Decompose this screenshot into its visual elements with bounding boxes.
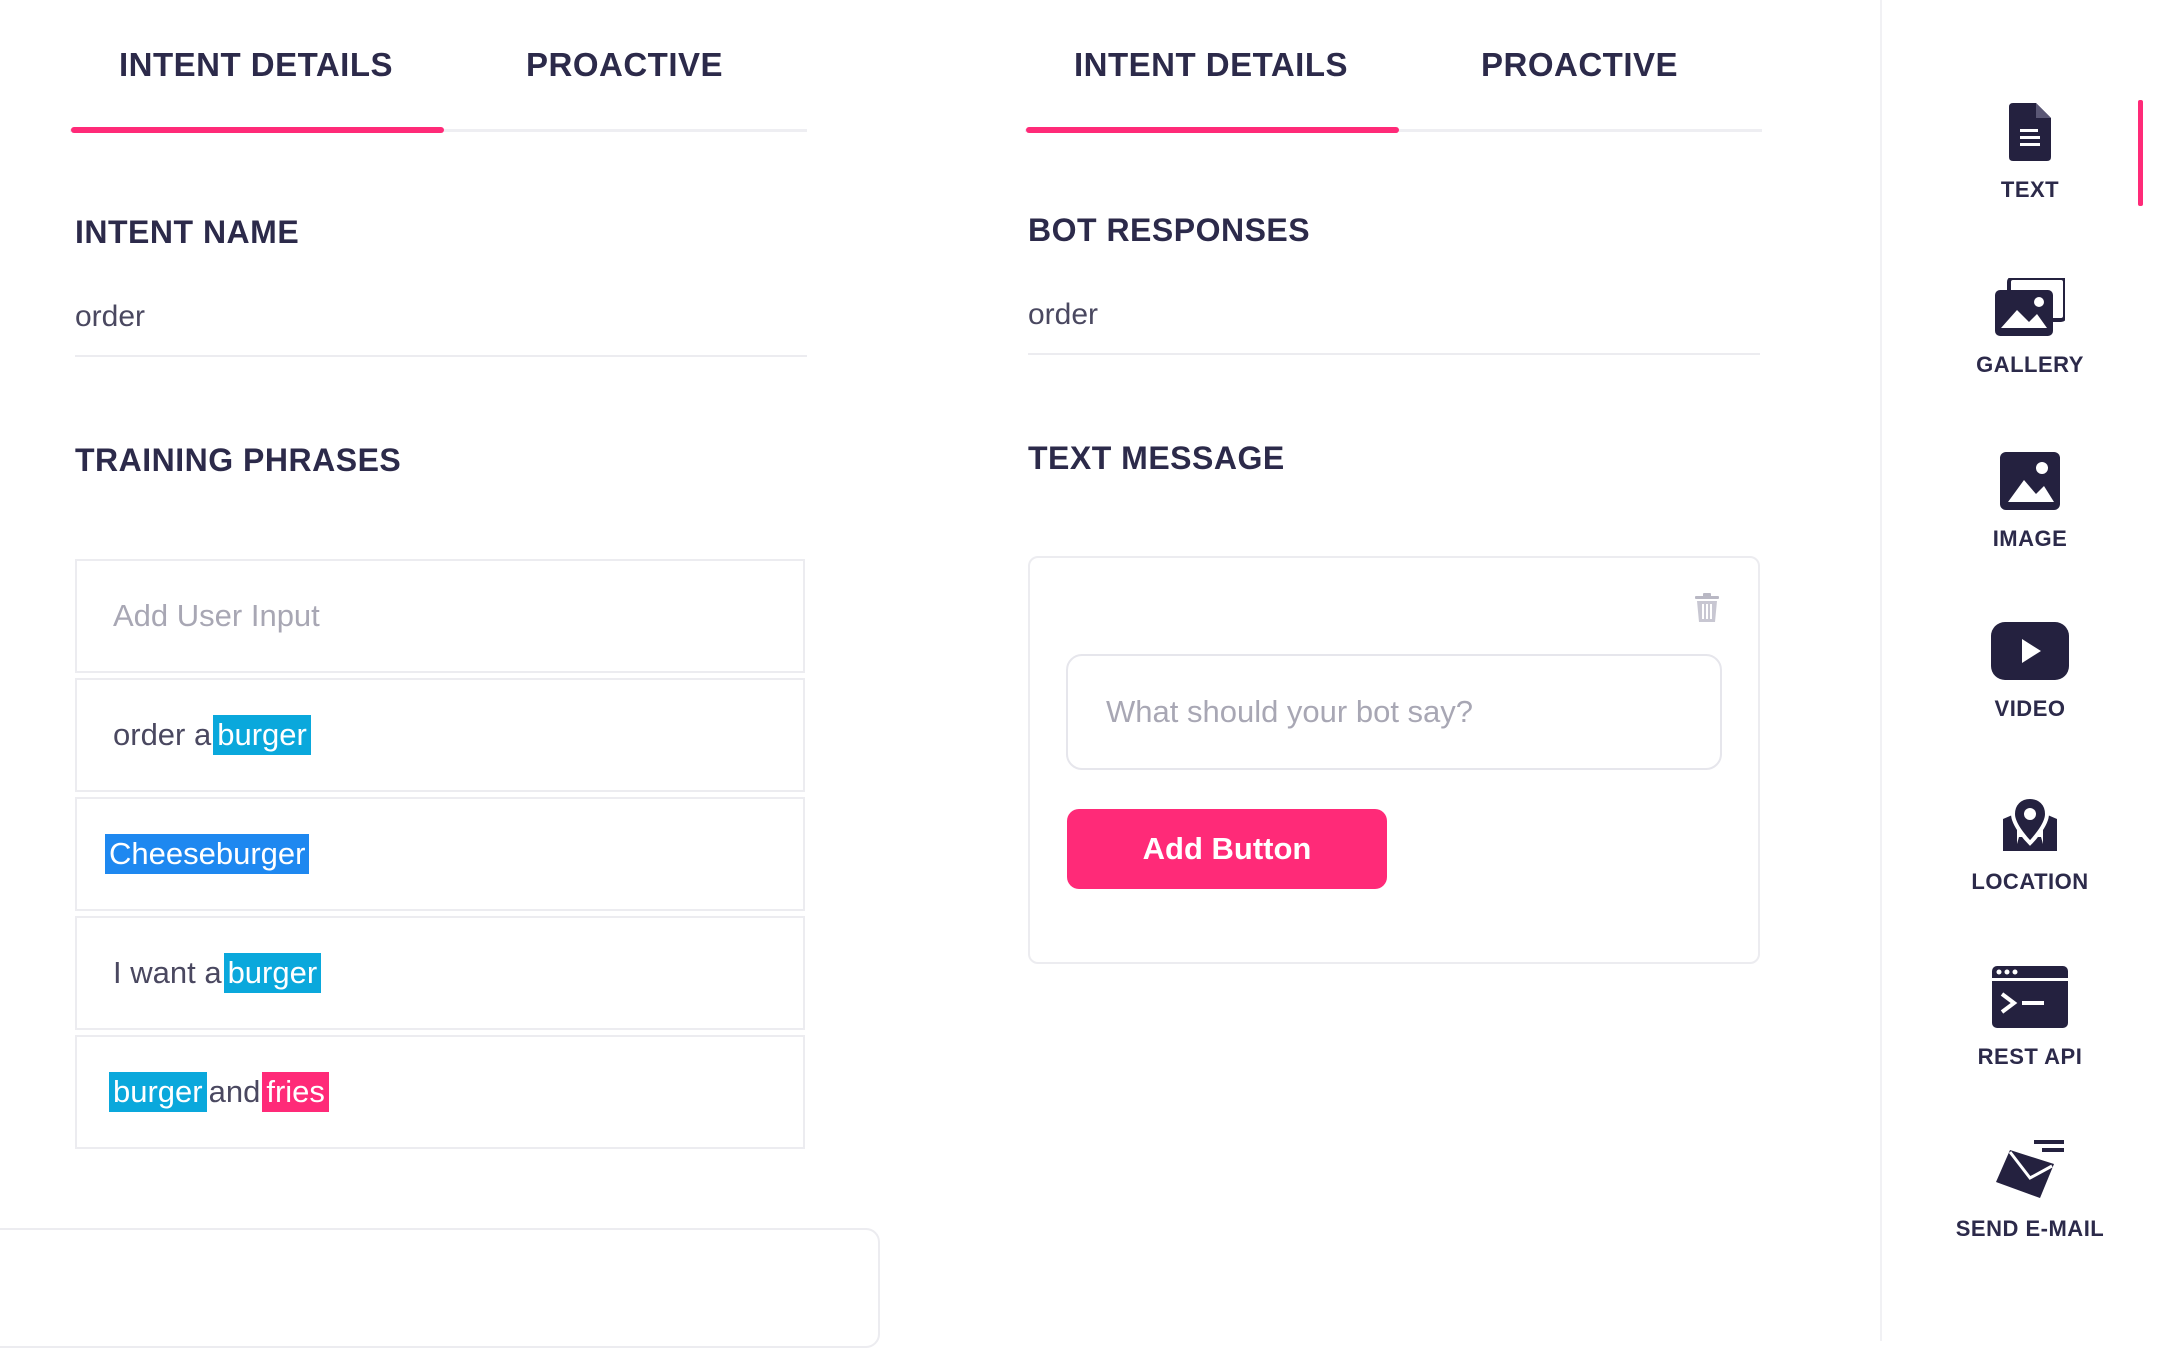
sidebar-item-label: LOCATION bbox=[1971, 869, 2089, 894]
training-phrase-row[interactable]: order a burger bbox=[75, 678, 805, 792]
phrase-text: I want a bbox=[113, 955, 222, 990]
sidebar-item-label: GALLERY bbox=[1976, 352, 2084, 377]
email-icon bbox=[1996, 1140, 2064, 1198]
right-tab-intent-details[interactable]: INTENT DETAILS bbox=[1025, 46, 1397, 84]
active-tab-underline bbox=[71, 127, 444, 133]
tab-label: INTENT DETAILS bbox=[1073, 46, 1349, 83]
sidebar-item-label: IMAGE bbox=[1992, 526, 2068, 551]
tab-label: PROACTIVE bbox=[1480, 46, 1679, 83]
add-user-input-field[interactable]: Add User Input bbox=[75, 559, 805, 673]
training-phrases-title: TRAINING PHRASES bbox=[75, 442, 402, 478]
trash-icon[interactable] bbox=[1694, 592, 1720, 624]
entity-highlight[interactable]: Cheeseburger bbox=[105, 834, 310, 874]
sidebar-item-video[interactable]: VIDEO bbox=[1935, 622, 2125, 722]
sidebar-item-label: REST API bbox=[1977, 1044, 2083, 1069]
text-message-title: TEXT MESSAGE bbox=[1028, 440, 1285, 476]
intent-name-field[interactable]: order bbox=[75, 300, 145, 334]
sidebar-active-indicator bbox=[2138, 100, 2143, 206]
sidebar-item-label: SEND E-MAIL bbox=[1955, 1216, 2105, 1241]
entity-highlight[interactable]: fries bbox=[262, 1072, 329, 1112]
sidebar-item-send-email[interactable]: SEND E-MAIL bbox=[1935, 1138, 2125, 1242]
add-user-input-placeholder: Add User Input bbox=[113, 598, 320, 633]
bottom-card bbox=[0, 1228, 880, 1348]
left-tab-bar: INTENT DETAILS PROACTIVE bbox=[70, 0, 807, 133]
intent-name-title: INTENT NAME bbox=[75, 214, 300, 250]
field-divider bbox=[1028, 353, 1760, 355]
sidebar-divider bbox=[1880, 0, 1882, 1341]
terminal-icon bbox=[1992, 966, 2068, 1028]
active-tab-underline bbox=[1026, 127, 1399, 133]
right-tab-proactive[interactable]: PROACTIVE bbox=[1397, 46, 1762, 84]
sidebar-item-label: VIDEO bbox=[1994, 696, 2066, 721]
entity-highlight[interactable]: burger bbox=[109, 1072, 207, 1112]
training-phrase-row[interactable]: Cheeseburger bbox=[75, 797, 805, 911]
sidebar-item-image[interactable]: IMAGE bbox=[1935, 452, 2125, 552]
bot-message-input[interactable]: What should your bot say? bbox=[1066, 654, 1722, 770]
image-icon bbox=[2000, 452, 2060, 510]
entity-highlight[interactable]: burger bbox=[223, 953, 322, 993]
field-divider bbox=[75, 355, 807, 357]
add-button[interactable]: Add Button bbox=[1067, 809, 1387, 889]
training-phrase-row[interactable]: I want a burger bbox=[75, 916, 805, 1030]
video-play-icon bbox=[1991, 622, 2069, 680]
sidebar-item-rest-api[interactable]: REST API bbox=[1935, 966, 2125, 1070]
right-tab-bar: INTENT DETAILS PROACTIVE bbox=[1025, 0, 1762, 133]
phrase-text: order a bbox=[113, 717, 212, 752]
sidebar-item-location[interactable]: LOCATION bbox=[1935, 795, 2125, 895]
sidebar-item-text[interactable]: TEXT bbox=[1935, 103, 2125, 203]
sidebar-item-label: TEXT bbox=[2000, 177, 2060, 202]
sidebar-item-gallery[interactable]: GALLERY bbox=[1935, 278, 2125, 378]
entity-highlight[interactable]: burger bbox=[213, 715, 311, 755]
bot-message-placeholder: What should your bot say? bbox=[1106, 694, 1474, 729]
bot-responses-title: BOT RESPONSES bbox=[1028, 212, 1311, 248]
training-phrase-row[interactable]: burger and fries bbox=[75, 1035, 805, 1149]
phrase-text: and bbox=[208, 1074, 261, 1109]
left-tab-proactive[interactable]: PROACTIVE bbox=[442, 46, 807, 84]
location-pin-icon bbox=[2003, 795, 2057, 851]
left-tab-intent-details[interactable]: INTENT DETAILS bbox=[70, 46, 442, 84]
gallery-icon bbox=[1995, 278, 2065, 336]
tab-label: PROACTIVE bbox=[525, 46, 724, 83]
text-document-icon bbox=[2009, 103, 2051, 161]
add-button-label: Add Button bbox=[1142, 831, 1312, 866]
tab-label: INTENT DETAILS bbox=[118, 46, 394, 83]
bot-responses-field[interactable]: order bbox=[1028, 298, 1098, 332]
